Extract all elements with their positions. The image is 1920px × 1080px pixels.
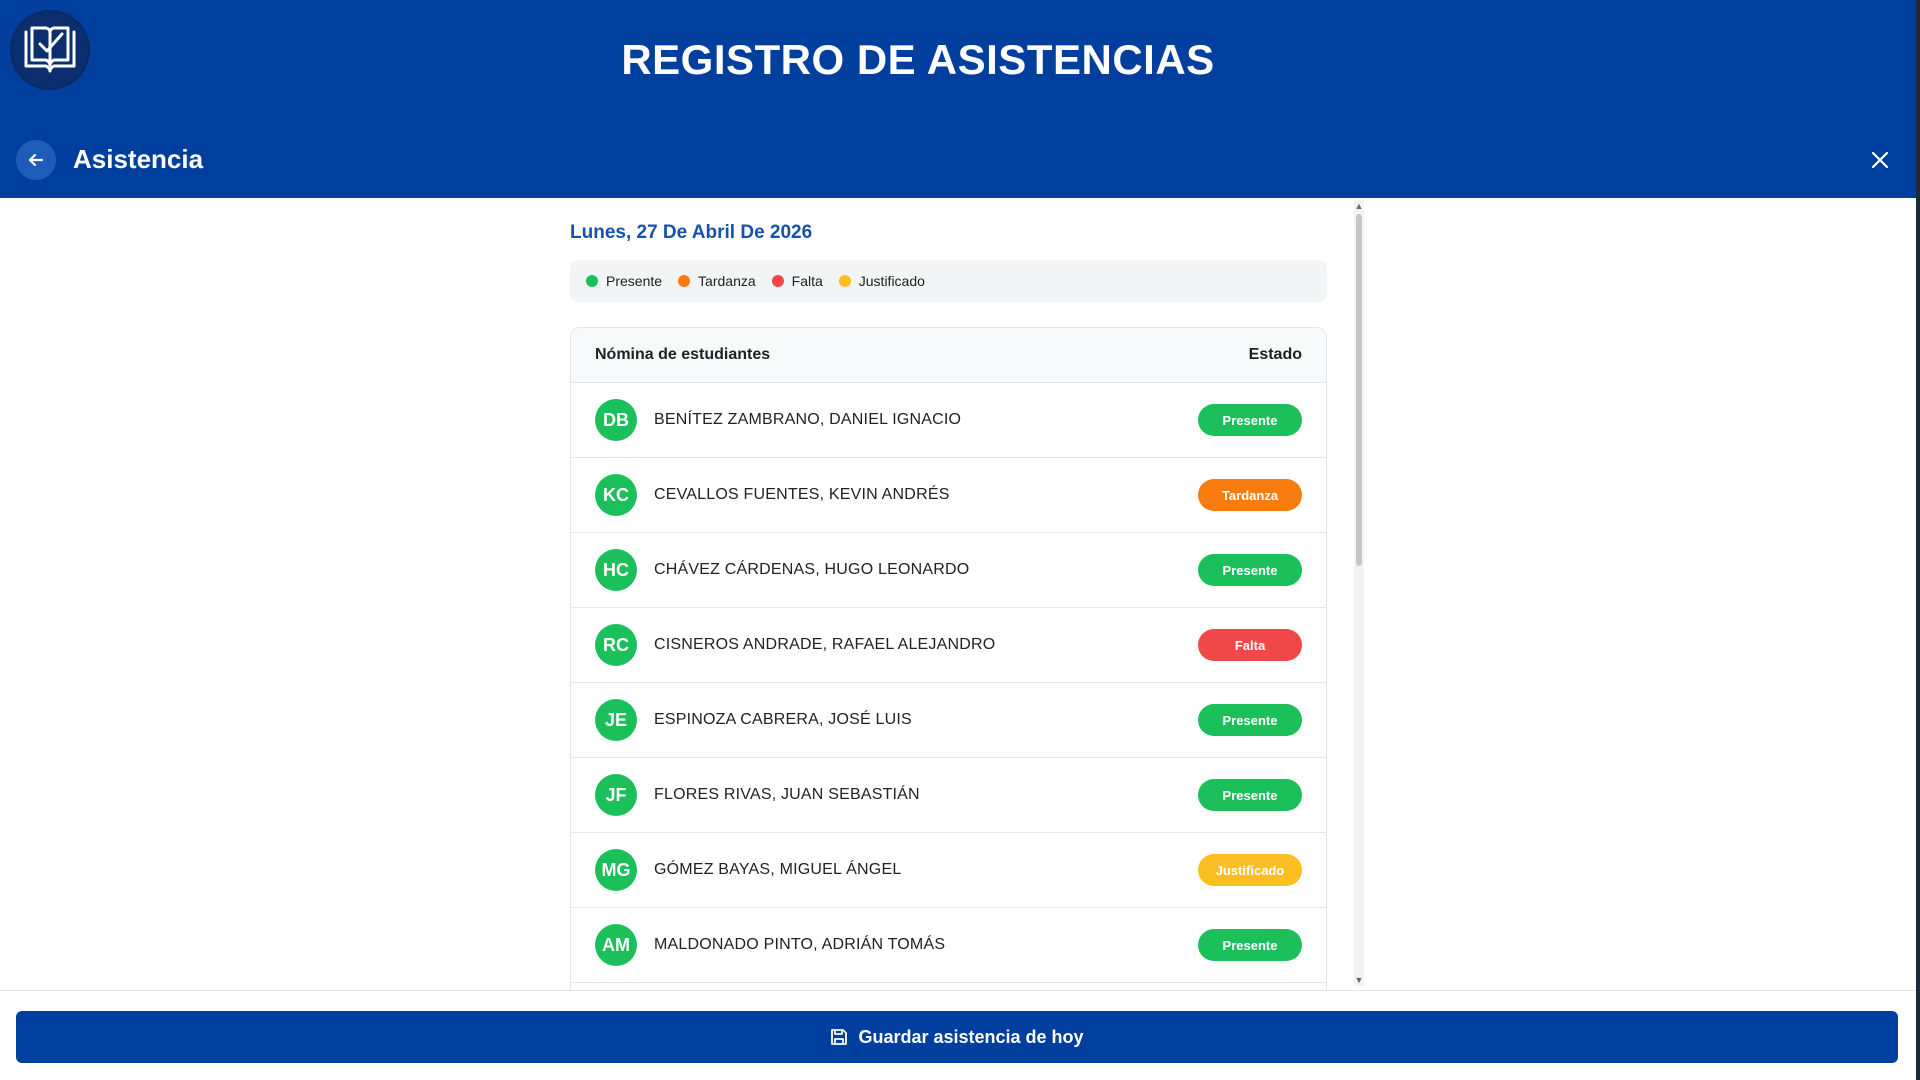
status-badge[interactable]: Presente: [1198, 929, 1302, 961]
table-row: KC CEVALLOS FUENTES, KEVIN ANDRÉS Tardan…: [571, 458, 1326, 533]
student-name: CISNEROS ANDRADE, RAFAEL ALEJANDRO: [654, 636, 996, 653]
avatar: RC: [595, 624, 637, 666]
avatar: JE: [595, 699, 637, 741]
scroll-down-icon[interactable]: ▼: [1354, 974, 1364, 986]
table-row: HC CHÁVEZ CÁRDENAS, HUGO LEONARDO Presen…: [571, 533, 1326, 608]
legend-dot: [771, 275, 784, 287]
legend-dot: [838, 275, 851, 287]
student-name: GÓMEZ BAYAS, MIGUEL ÁNGEL: [654, 861, 902, 878]
avatar: AM: [595, 924, 637, 966]
avatar: JF: [595, 774, 637, 816]
status-badge[interactable]: Presente: [1198, 704, 1302, 736]
column-header-status: Estado: [1248, 346, 1302, 363]
section-title: Asistencia: [73, 144, 204, 174]
window-edge: [1916, 0, 1920, 1080]
table-row: JE ESPINOZA CABRERA, JOSÉ LUIS Presente: [571, 683, 1326, 758]
students-table: Nómina de estudiantes Estado DB BENÍTEZ …: [570, 327, 1327, 990]
table-header: Nómina de estudiantes Estado: [571, 328, 1326, 383]
student-name: FLORES RIVAS, JUAN SEBASTIÁN: [654, 786, 920, 803]
legend-label: Justificado: [858, 273, 925, 289]
legend-item-presente: Presente: [586, 273, 662, 289]
legend-dot: [586, 275, 598, 287]
table-row: MG GÓMEZ BAYAS, MIGUEL ÁNGEL Justificado: [571, 833, 1326, 908]
status-badge[interactable]: Tardanza: [1198, 479, 1302, 511]
close-button[interactable]: [1866, 146, 1894, 174]
student-name: CEVALLOS FUENTES, KEVIN ANDRÉS: [654, 486, 950, 503]
legend-label: Tardanza: [698, 273, 756, 289]
status-legend: Presente Tardanza Falta Justificado: [570, 260, 1327, 302]
table-row: RC CISNEROS ANDRADE, RAFAEL ALEJANDRO Fa…: [571, 608, 1326, 683]
attendance-content[interactable]: Lunes, 27 De Abril De 2026 Presente Tard…: [0, 198, 1920, 990]
app-title: REGISTRO DE ASISTENCIAS: [621, 36, 1215, 83]
back-button[interactable]: [16, 140, 56, 180]
vertical-scrollbar[interactable]: ▲ ▼: [1354, 200, 1364, 986]
scroll-thumb[interactable]: [1356, 214, 1362, 566]
column-header-students: Nómina de estudiantes: [595, 346, 771, 363]
student-name: CHÁVEZ CÁRDENAS, HUGO LEONARDO: [654, 561, 970, 578]
save-button-label: Guardar asistencia de hoy: [858, 1026, 1084, 1047]
status-badge[interactable]: Presente: [1198, 554, 1302, 586]
legend-item-tardanza: Tardanza: [678, 273, 756, 289]
avatar: DB: [595, 399, 637, 441]
app-header: REGISTRO DE ASISTENCIAS Asistencia: [0, 0, 1920, 198]
student-name: ESPINOZA CABRERA, JOSÉ LUIS: [654, 711, 912, 728]
student-name: MALDONADO PINTO, ADRIÁN TOMÁS: [654, 936, 946, 953]
avatar: MG: [595, 849, 637, 891]
table-row: DB BENÍTEZ ZAMBRANO, DANIEL IGNACIO Pres…: [571, 383, 1326, 458]
status-badge[interactable]: Presente: [1198, 404, 1302, 436]
student-name: BENÍTEZ ZAMBRANO, DANIEL IGNACIO: [654, 411, 962, 428]
legend-item-justificado: Justificado: [838, 273, 925, 289]
arrow-left-icon: [28, 153, 44, 167]
table-row: JF FLORES RIVAS, JUAN SEBASTIÁN Presente: [571, 758, 1326, 833]
footer-bar: Guardar asistencia de hoy: [0, 990, 1920, 1080]
save-icon: [831, 1029, 848, 1045]
legend-label: Falta: [791, 273, 823, 289]
table-row: AM MALDONADO PINTO, ADRIÁN TOMÁS Present…: [571, 908, 1326, 983]
legend-item-falta: Falta: [771, 273, 823, 289]
legend-dot: [678, 275, 691, 287]
status-badge[interactable]: Justificado: [1198, 854, 1302, 886]
legend-label: Presente: [606, 273, 663, 289]
table-row: [571, 983, 1326, 990]
avatar: HC: [595, 549, 637, 591]
save-attendance-button[interactable]: Guardar asistencia de hoy: [16, 1011, 1898, 1063]
close-icon: [1871, 151, 1889, 169]
scroll-up-icon[interactable]: ▲: [1354, 200, 1364, 212]
status-badge[interactable]: Presente: [1198, 779, 1302, 811]
date-label: Lunes, 27 De Abril De 2026: [570, 222, 813, 243]
avatar: KC: [595, 474, 637, 516]
status-badge[interactable]: Falta: [1198, 629, 1302, 661]
